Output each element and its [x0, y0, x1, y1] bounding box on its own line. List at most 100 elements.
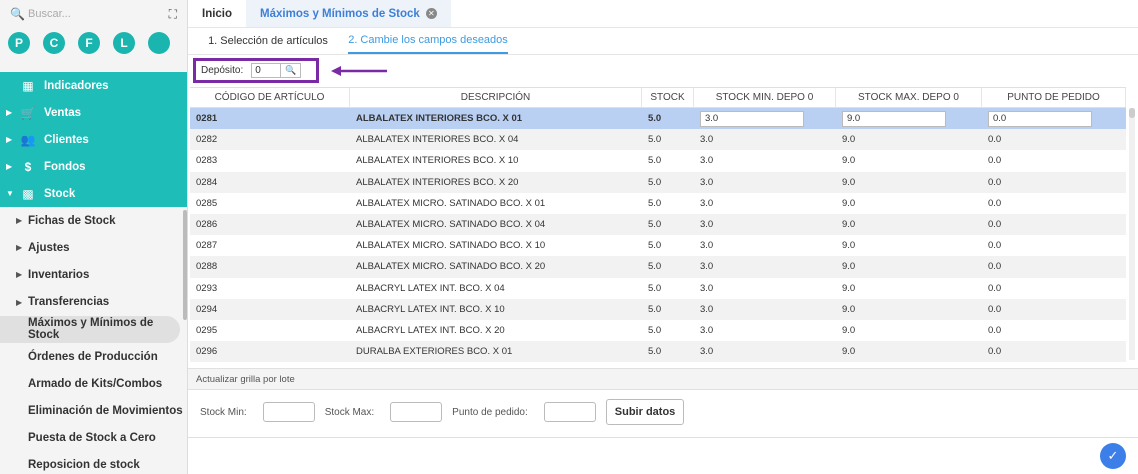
deposit-input[interactable]: 0	[251, 63, 282, 78]
table-row[interactable]: 0288 ALBALATEX MICRO. SATINADO BCO. X 20 5…	[190, 256, 1126, 278]
cell-stock-min: 3.0	[700, 155, 714, 167]
confirm-button[interactable]: ✓	[1100, 443, 1126, 469]
cell-stock-min: 3.0	[700, 219, 714, 231]
table-row[interactable]: 0283 ALBALATEX INTERIORES BCO. X 10 5.0 3.0…	[190, 150, 1126, 171]
sidebar-item-ajustes[interactable]: ▶ Ajustes	[0, 234, 187, 261]
cell-stock-min: 3.0	[700, 134, 714, 146]
table-row[interactable]: 0287 ALBALATEX MICRO. SATINADO BCO. X 10 5…	[190, 235, 1126, 256]
sidebar-scrollbar[interactable]	[183, 210, 187, 320]
sidebar-search[interactable]: 🔍 Buscar... ⛶	[0, 0, 187, 28]
column-header-stock[interactable]: STOCK	[642, 88, 694, 107]
shortcut-l[interactable]: L	[113, 32, 135, 54]
module-nav: ▦ Indicadores ▶ 🛒 Ventas ▶ 👥 Clientes ▶ …	[0, 72, 187, 207]
dashboard-icon: ▦	[22, 78, 34, 93]
table-row[interactable]: 0281 ALBALATEX INTERIORES BCO. X 01 5.0 3.0…	[190, 108, 1126, 130]
cell-stock-max: 9.0	[842, 176, 856, 188]
column-header-codigo[interactable]: CÓDIGO DE ARTÍCULO	[190, 88, 350, 107]
cell-stock: 5.0	[648, 176, 662, 188]
sidebar-item-transferencias[interactable]: ▶ Transferencias	[0, 289, 187, 316]
sidebar-item-inventarios[interactable]: ▶ Inventarios	[0, 261, 187, 288]
shortcut-p[interactable]: P	[8, 32, 30, 54]
stock-max-input[interactable]	[390, 402, 443, 422]
search-input[interactable]: Buscar...	[24, 8, 169, 20]
cell-stock-min: 3.0	[700, 303, 714, 315]
stock-min-input[interactable]	[262, 402, 315, 422]
cell-descripcion: ALBALATEX INTERIORES BCO. X 04	[356, 134, 519, 146]
deposit-search-button[interactable]: 🔍	[281, 63, 302, 78]
nav-ventas[interactable]: ▶ 🛒 Ventas	[0, 99, 187, 126]
sidebar-item-label: Reposicion de stock	[28, 459, 140, 472]
tab-bar: Inicio Máximos y Mínimos de Stock ✕	[188, 0, 1138, 28]
sidebar-item-puesta-cero[interactable]: Puesta de Stock a Cero	[0, 425, 187, 452]
cell-stock-min-input[interactable]: 3.0	[700, 110, 804, 127]
submit-data-button[interactable]: Subir datos	[605, 399, 685, 425]
tab-maximos-minimos[interactable]: Máximos y Mínimos de Stock ✕	[246, 0, 451, 27]
sidebar-item-fichas[interactable]: ▶ Fichas de Stock	[0, 207, 187, 234]
table-row[interactable]: 0293 ALBACRYL LATEX INT. BCO. X 04 5.0 3.0 9…	[190, 278, 1126, 299]
nav-stock[interactable]: ▼ ▩ Stock	[0, 180, 187, 207]
caret-right-icon: ▶	[6, 135, 13, 144]
column-header-punto-pedido[interactable]: PUNTO DE PEDIDO	[982, 88, 1126, 107]
cell-descripcion: ALBALATEX MICRO. SATINADO BCO. X 10	[356, 240, 546, 252]
cell-codigo: 0287	[196, 240, 218, 252]
close-icon[interactable]: ✕	[425, 8, 437, 19]
step-cambie-campos[interactable]: 2. Cambie los campos deseados	[348, 28, 508, 54]
table-row[interactable]: 0295 ALBACRYL LATEX INT. BCO. X 20 5.0 3.0 9…	[190, 320, 1126, 341]
cell-stock-min: 3.0	[700, 346, 714, 358]
nav-indicadores[interactable]: ▦ Indicadores	[0, 72, 187, 99]
reorder-point-input[interactable]	[543, 402, 596, 422]
cell-stock: 5.0	[648, 197, 662, 209]
shortcut-c[interactable]: C	[43, 32, 65, 54]
cell-punto-pedido: 0.0	[988, 282, 1002, 294]
table-row[interactable]: 0282 ALBALATEX INTERIORES BCO. X 04 5.0 3.0…	[190, 129, 1126, 151]
cell-codigo: 0285	[196, 197, 218, 209]
table-scrollbar[interactable]	[1129, 108, 1135, 360]
table-row[interactable]: 0284 ALBALATEX INTERIORES BCO. X 20 5.0 3.0…	[190, 171, 1126, 193]
cell-codigo: 0282	[196, 134, 218, 146]
search-icon: 🔍	[285, 65, 297, 75]
shortcut-blank[interactable]	[148, 32, 170, 54]
tab-inicio[interactable]: Inicio	[188, 0, 246, 27]
cell-stock: 5.0	[648, 155, 662, 167]
table-row[interactable]: 0294 ALBACRYL LATEX INT. BCO. X 10 5.0 3.0 9…	[190, 298, 1126, 320]
table-body: 0281 ALBALATEX INTERIORES BCO. X 01 5.0 3.0…	[190, 108, 1126, 363]
cell-descripcion: ALBACRYL LATEX INT. BCO. X 10	[356, 303, 505, 315]
sidebar-item-eliminacion[interactable]: Eliminación de Movimientos	[0, 397, 187, 424]
dollar-icon: $	[24, 159, 32, 174]
cell-punto-pedido-input[interactable]: 0.0	[988, 110, 1092, 127]
cell-stock-max: 9.0	[842, 282, 856, 294]
nav-clientes[interactable]: ▶ 👥 Clientes	[0, 126, 187, 153]
column-header-descripcion[interactable]: DESCRIPCIÓN	[350, 88, 642, 107]
column-header-stock-max[interactable]: STOCK MAX. DEPO 0	[836, 88, 982, 107]
shortcut-f[interactable]: F	[78, 32, 100, 54]
divider	[188, 437, 1138, 438]
cell-descripcion: ALBALATEX INTERIORES BCO. X 10	[356, 155, 519, 167]
deposit-label: Depósito:	[201, 65, 244, 76]
step-seleccion[interactable]: 1. Selección de artículos	[188, 28, 348, 54]
column-header-stock-min[interactable]: STOCK MIN. DEPO 0	[694, 88, 836, 107]
cell-stock: 5.0	[648, 219, 662, 231]
fullscreen-icon[interactable]: ⛶	[169, 7, 177, 22]
cell-stock-max: 9.0	[842, 197, 856, 209]
sidebar-item-kits[interactable]: Armado de Kits/Combos	[0, 370, 187, 397]
scroll-thumb[interactable]	[1129, 108, 1135, 118]
cell-codigo: 0294	[196, 303, 218, 315]
table-row[interactable]: 0286 ALBALATEX MICRO. SATINADO BCO. X 04 5…	[190, 213, 1126, 236]
sidebar-item-label: Ajustes	[28, 241, 70, 254]
table-row[interactable]: 0296 DURALBA EXTERIORES BCO. X 01 5.0 3.0 9.…	[190, 341, 1126, 363]
cell-stock-max-input[interactable]: 9.0	[842, 110, 946, 127]
cell-codigo: 0295	[196, 324, 218, 336]
cell-descripcion: ALBACRYL LATEX INT. BCO. X 20	[356, 324, 505, 336]
cell-punto-pedido: 0.0	[988, 346, 1002, 358]
cell-punto-pedido: 0.0	[988, 240, 1002, 252]
cell-stock-min: 3.0	[700, 282, 714, 294]
cell-stock-max: 9.0	[842, 134, 856, 146]
cell-punto-pedido: 0.0	[988, 134, 1002, 146]
cell-descripcion: ALBALATEX INTERIORES BCO. X 01	[356, 113, 523, 125]
nav-fondos[interactable]: ▶ $ Fondos	[0, 153, 187, 180]
caret-right-icon: ▶	[16, 297, 23, 307]
table-row[interactable]: 0285 ALBALATEX MICRO. SATINADO BCO. X 01 5…	[190, 193, 1126, 214]
sidebar-item-ordenes[interactable]: Órdenes de Producción	[0, 343, 187, 370]
sidebar-item-reposicion[interactable]: Reposicion de stock	[0, 452, 187, 474]
sidebar-item-maximos-minimos[interactable]: Máximos y Mínimos de Stock	[0, 315, 180, 343]
